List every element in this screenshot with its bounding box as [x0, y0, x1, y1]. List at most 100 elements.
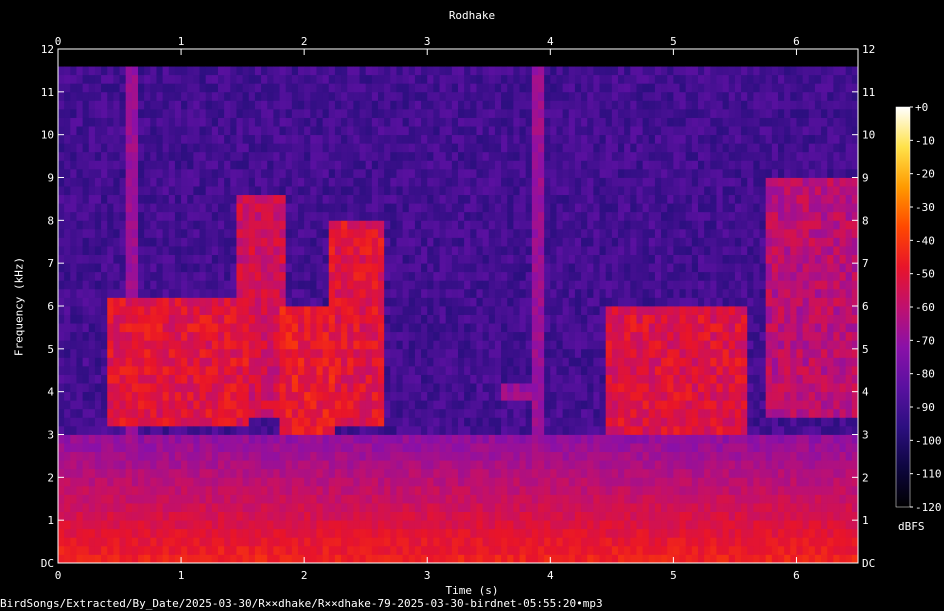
spectrogram-cell	[427, 108, 434, 118]
spectrogram-cell	[218, 246, 225, 255]
spectrogram-cell	[218, 49, 225, 58]
spectrogram-cell	[525, 151, 533, 161]
spectrogram-cell	[248, 434, 256, 444]
spectrogram-cell	[414, 383, 422, 393]
spectrogram-cell	[174, 83, 182, 93]
spectrogram-cell	[519, 417, 527, 427]
spectrogram-cell	[365, 425, 373, 435]
spectrogram-cell	[211, 297, 219, 307]
spectrogram-cell	[562, 126, 570, 136]
spectrogram-cell	[334, 468, 342, 478]
spectrogram-cell	[476, 228, 484, 238]
spectrogram-cell	[261, 280, 268, 290]
spectrogram-cell	[138, 194, 145, 204]
spectrogram-cell	[353, 177, 360, 187]
spectrogram-cell	[562, 391, 570, 401]
spectrogram-cell	[513, 434, 520, 444]
spectrogram-cell	[304, 211, 311, 221]
spectrogram-cell	[76, 434, 84, 444]
spectrogram-cell	[168, 254, 176, 264]
spectrogram-cell	[193, 271, 200, 281]
spectrogram-cell	[365, 160, 373, 170]
spectrogram-cell	[70, 554, 77, 564]
spectrogram-cell	[279, 460, 287, 470]
spectrogram-cell	[359, 323, 367, 333]
spectrogram-cell	[168, 246, 176, 255]
spectrogram-cell	[439, 323, 447, 333]
spectrogram-cell	[538, 143, 545, 153]
spectrogram-cell	[64, 297, 71, 307]
spectrogram-cell	[341, 503, 348, 512]
spectrogram-cell	[236, 425, 244, 435]
spectrogram-cell	[291, 365, 299, 375]
spectrogram-cell	[322, 134, 330, 144]
spectrogram-cell	[568, 511, 576, 521]
spectrogram-cell	[353, 391, 360, 401]
spectrogram-cell	[414, 323, 422, 333]
spectrogram-cell	[482, 417, 490, 427]
spectrogram-cell	[421, 74, 428, 84]
spectrogram-cell	[298, 340, 305, 350]
spectrogram-cell	[125, 271, 133, 281]
spectrogram-cell	[562, 220, 570, 230]
spectrogram-cell	[242, 528, 250, 538]
spectrogram-cell	[458, 280, 465, 290]
spectrogram-cell	[261, 177, 268, 187]
spectrogram-cell	[304, 348, 311, 358]
spectrogram-cell	[316, 57, 324, 67]
spectrogram-cell	[273, 443, 280, 453]
spectrogram-cell	[316, 408, 324, 418]
spectrogram-cell	[433, 357, 440, 367]
spectrogram-cell	[242, 494, 250, 504]
spectrogram-cell	[174, 74, 182, 84]
spectrogram-cell	[162, 254, 170, 264]
spectrogram-cell	[550, 357, 557, 367]
spectrogram-cell	[58, 49, 65, 58]
spectrogram-cell	[378, 494, 385, 504]
spectrogram-cell	[470, 83, 477, 93]
spectrogram-cell	[322, 280, 330, 290]
spectrogram-cell	[236, 126, 244, 136]
spectrogram-cell	[433, 228, 440, 238]
spectrogram-cell	[291, 203, 299, 213]
spectrogram-cell	[464, 408, 471, 418]
spectrogram-cell	[390, 74, 397, 84]
spectrogram-cell	[187, 554, 194, 564]
spectrogram-cell	[347, 254, 354, 264]
spectrogram-cell	[482, 554, 490, 564]
spectrogram-cell	[224, 314, 231, 324]
spectrogram-cell	[310, 468, 317, 478]
spectrogram-cell	[531, 280, 539, 290]
spectrogram-cell	[414, 365, 422, 375]
spectrogram-cell	[562, 203, 570, 213]
spectrogram-cell	[494, 91, 502, 101]
spectrogram-cell	[445, 425, 453, 435]
spectrogram-cell	[70, 417, 77, 427]
spectrogram-cell	[187, 434, 194, 444]
spectrogram-cell	[488, 297, 496, 307]
spectrogram-cell	[501, 485, 508, 495]
spectrogram-cell	[205, 323, 213, 333]
spectrogram-cell	[470, 194, 477, 204]
spectrogram-cell	[94, 554, 102, 564]
spectrogram-cell	[94, 228, 102, 238]
spectrogram-cell	[94, 485, 102, 495]
spectrogram-cell	[199, 520, 207, 530]
spectrogram-cell	[254, 108, 262, 118]
spectrogram-cell	[556, 280, 564, 290]
spectrogram-cell	[162, 49, 170, 58]
spectrogram-cell	[82, 220, 90, 230]
spectrogram-cell	[267, 57, 274, 67]
spectrogram-cell	[230, 49, 237, 58]
spectrogram-cell	[162, 314, 170, 324]
spectrogram-cell	[470, 503, 477, 512]
spectrogram-cell	[304, 520, 311, 530]
spectrogram-cell	[125, 348, 133, 358]
spectrogram-cell	[150, 348, 157, 358]
spectrogram-cell	[519, 365, 527, 375]
spectrogram-cell	[279, 331, 287, 341]
spectrogram-cell	[458, 168, 465, 178]
spectrogram-cell	[150, 194, 157, 204]
spectrogram-cell	[378, 151, 385, 161]
spectrogram-cell	[107, 425, 114, 435]
